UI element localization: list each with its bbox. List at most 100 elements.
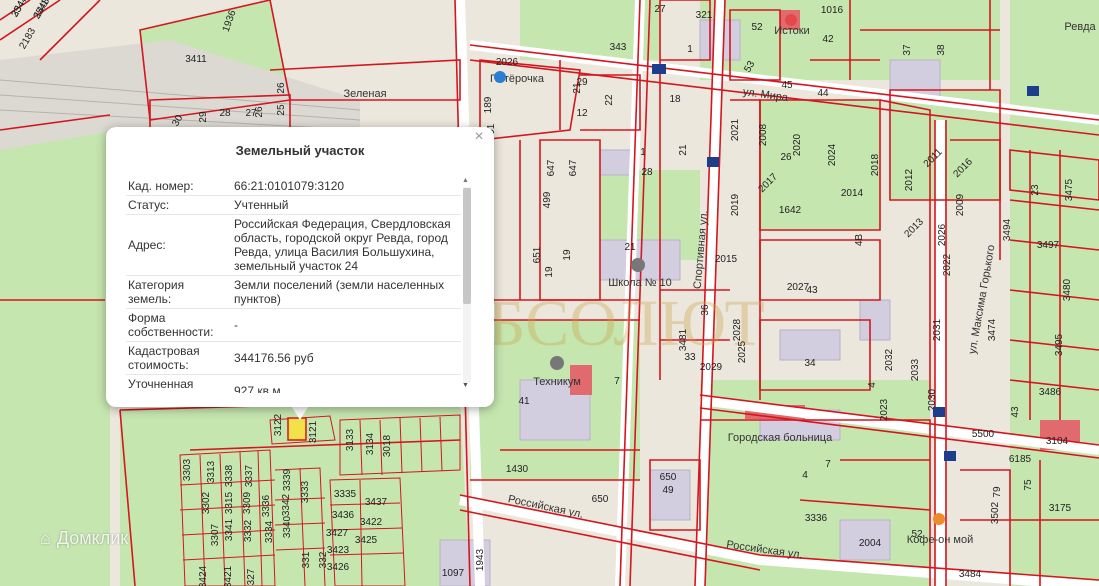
table-row: Адрес: Российская Федерация, Свердловская…	[126, 214, 461, 276]
row-value: 927 кв.м	[232, 374, 461, 393]
scroll-down-icon[interactable]: ▼	[462, 382, 469, 389]
parcel-number-label: 2020	[792, 133, 803, 156]
parcel-number-label: 3302	[201, 491, 212, 514]
parcel-number-label: 6185	[1009, 454, 1032, 465]
parcel-number-label: 3421	[223, 565, 234, 586]
parcel-number-label: 3422	[360, 517, 383, 528]
parcel-number-label: 3495	[1054, 333, 1065, 356]
parcel-number-label: 3342	[281, 493, 292, 516]
parcel-number-label: 3411	[185, 54, 207, 65]
scroll-up-icon[interactable]: ▲	[462, 177, 469, 184]
parcel-number-label: 321	[696, 10, 713, 21]
table-row: Уточненная площадь:927 кв.м	[126, 374, 461, 393]
parcel-number-label: 29	[576, 77, 588, 88]
parcel-number-label: 19	[562, 249, 573, 261]
place-label: Городская больница	[728, 432, 833, 444]
parcel-number-label: 44	[817, 88, 829, 99]
parcel-number-label: 2029	[700, 362, 723, 373]
parcel-number-label: 2026	[937, 223, 948, 246]
row-key: Кадастровая стоимость:	[126, 341, 232, 375]
domclick-watermark: ⌂ Домклик	[40, 528, 129, 548]
parcel-number-label: 5500	[972, 429, 995, 440]
parcel-number-label: 2024	[827, 143, 838, 166]
parcel-number-label: 3337	[244, 464, 255, 487]
parcel-number-label: 1	[687, 44, 693, 55]
parcel-number-label: 27	[245, 108, 257, 119]
parcel-number-label: 2023	[879, 398, 890, 421]
shop-icon	[785, 14, 797, 26]
parcel-number-label: 49	[662, 485, 674, 496]
parcel-number-label: 343	[610, 42, 627, 53]
parcel-number-label: 33	[684, 352, 696, 363]
parcel-number-label: 3334	[264, 520, 275, 543]
selected-parcel[interactable]	[287, 417, 307, 441]
parcel-number-label: 3307	[210, 523, 221, 546]
parcel-number-label: 2009	[955, 193, 966, 216]
parcel-number-label: 3423	[327, 545, 350, 556]
parcel-number-label: 2004	[859, 538, 882, 549]
place-label: Истоки	[774, 25, 809, 37]
scrollbar-thumb[interactable]	[463, 188, 471, 304]
row-value: Учтенный	[232, 195, 461, 215]
popup-body[interactable]: Кад. номер: 66:21:0101079:3120 Статус: Учт…	[126, 177, 461, 393]
parcel-number-label: 2015	[715, 254, 738, 265]
parcel-number-label: 3018	[382, 434, 393, 457]
parcel-number-label: 3122	[273, 413, 284, 436]
parcel-number-label: 3494	[1002, 218, 1013, 241]
parcel-number-label: 4	[867, 382, 878, 388]
row-value: -	[232, 308, 461, 342]
parcel-number-label: 2008	[758, 123, 769, 146]
parcel-number-label: 1097	[442, 568, 465, 579]
parcel-number-label: 651	[532, 246, 543, 263]
row-value: 344176.56 руб	[232, 341, 461, 375]
parcel-number-label: 25	[276, 104, 287, 116]
parcel-number-label: 2032	[884, 348, 895, 371]
parcel-number-label: 2026	[496, 57, 519, 68]
parcel-number-label: 37	[902, 44, 913, 56]
parcel-number-label: 1430	[506, 464, 529, 475]
parcel-number-label: 21	[624, 242, 636, 253]
parcel-number-label: 3175	[1049, 503, 1072, 514]
parcel-number-label: 3436	[332, 510, 355, 521]
bus-stop-icon	[652, 64, 666, 74]
row-key: Категория земель:	[126, 275, 232, 309]
parcel-number-label: 2018	[870, 153, 881, 176]
parcel-number-label: 1	[640, 147, 646, 158]
row-key: Форма собственности:	[126, 308, 232, 342]
house-icon: ⌂	[40, 528, 51, 548]
parcel-number-label: 28	[219, 108, 231, 119]
parcel-number-label: 3475	[1064, 178, 1075, 201]
row-key: Адрес:	[126, 214, 232, 276]
parcel-number-label: 3336	[261, 494, 272, 517]
parcel-number-label: 3486	[1039, 387, 1062, 398]
parcel-number-label: 2025	[737, 340, 748, 363]
parcel-number-label: 7	[825, 459, 831, 470]
parcel-number-label: 331	[301, 551, 312, 568]
parcel-number-label: 22	[604, 94, 615, 106]
parcel-number-label: 28	[641, 167, 653, 178]
parcel-number-label: 3333	[300, 480, 311, 503]
parcel-number-label: 7	[614, 376, 620, 387]
parcel-number-label: 3341	[224, 518, 235, 541]
cafe-icon	[933, 513, 945, 525]
bus-stop-icon	[1027, 86, 1039, 96]
parcel-number-label: 3332	[243, 519, 254, 542]
parcel-number-label: 12	[576, 108, 588, 119]
parcel-number-label: 3497	[1037, 240, 1060, 251]
parcel-number-label: 1943	[475, 548, 486, 571]
parcel-number-label: 3336	[805, 513, 828, 524]
parcel-number-label: 34	[804, 358, 816, 369]
parcel-number-label: 3425	[355, 535, 378, 546]
parcel-number-label: 647	[568, 159, 579, 176]
parcel-number-label: 3134	[365, 432, 376, 455]
parcel-number-label: 45	[781, 80, 793, 91]
popup-title: Земельный участок	[235, 143, 365, 158]
parcel-number-label: 3502	[990, 501, 1001, 524]
row-key: Статус:	[126, 195, 232, 215]
parcel-attributes-table: Кад. номер: 66:21:0101079:3120 Статус: Учт…	[126, 177, 461, 393]
place-label: Школа № 10	[608, 277, 672, 289]
parcel-number-label: 18	[669, 94, 681, 105]
parcel-number-label: 52	[751, 22, 763, 33]
popup-scrollbar[interactable]: ▲ ▼	[460, 177, 473, 393]
parcel-number-label: 332	[318, 551, 329, 568]
